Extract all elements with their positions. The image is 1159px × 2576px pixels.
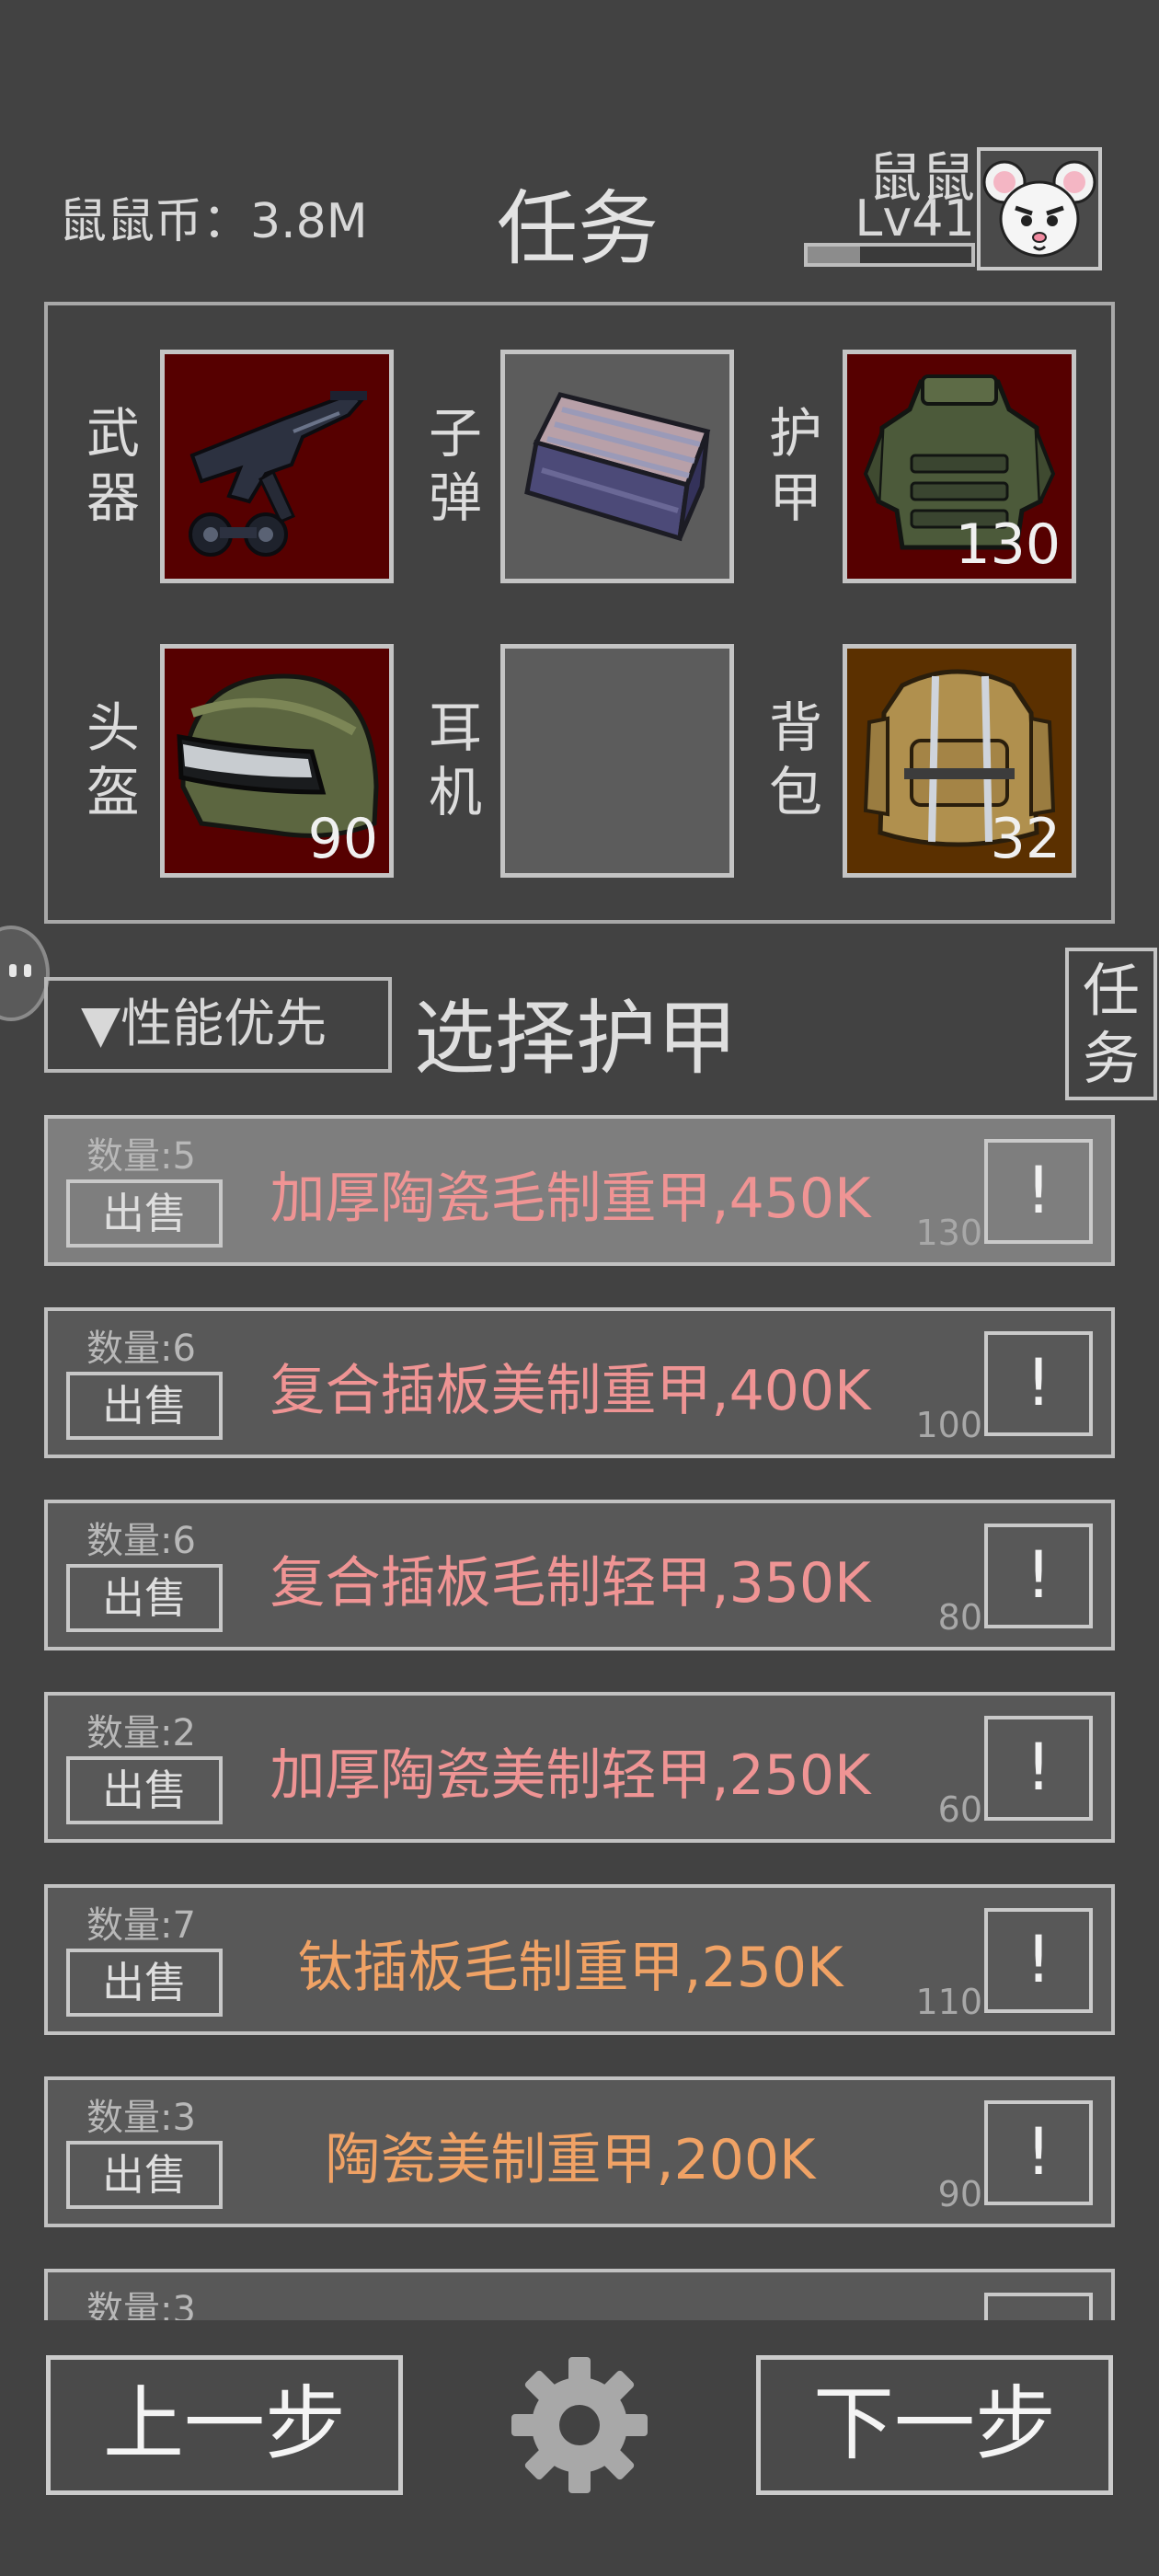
item-armor-value: 80 [937, 1597, 982, 1638]
slot-label-backpack: 背包 [768, 696, 822, 823]
rifle-icon [189, 391, 367, 557]
slot-helmet[interactable]: 90 [160, 644, 394, 878]
sort-dropdown[interactable]: ▼性能优先 [44, 977, 392, 1073]
armor-list-item[interactable]: 数量:7 出售 钛插板毛制重甲,250K 110! [44, 1884, 1115, 2035]
slot-label-ammo: 子弹 [428, 402, 482, 529]
sell-button[interactable]: 出售 [66, 1372, 223, 1440]
item-info-button[interactable]: ! [984, 1716, 1093, 1821]
item-info-button[interactable]: ! [984, 1331, 1093, 1436]
slot-headset[interactable] [500, 644, 734, 878]
item-armor-value: 110 [915, 1982, 982, 2022]
item-name: 加厚陶瓷美制轻甲,250K [270, 1743, 871, 1808]
item-quantity: 数量:7 [86, 1904, 196, 1947]
item-armor-value: 90 [937, 2174, 982, 2214]
xp-bar [804, 243, 975, 267]
sell-button[interactable]: 出售 [66, 1179, 223, 1248]
item-name: 加厚陶瓷毛制重甲,450K [270, 1167, 871, 1231]
armor-list-item[interactable]: 数量:6 出售 复合插板美制重甲,400K 100! [44, 1307, 1115, 1458]
sell-button[interactable]: 出售 [66, 1756, 223, 1824]
slot-armor[interactable]: 130 [843, 350, 1076, 583]
page-title: 任务 [497, 181, 660, 276]
item-info-button[interactable]: ! [984, 1524, 1093, 1628]
armor-list-item[interactable]: 数量:3 出售 陶瓷美制重甲,200K 90! [44, 2076, 1115, 2227]
armor-list-item[interactable]: 数量:6 出售 复合插板毛制轻甲,350K 80! [44, 1500, 1115, 1650]
item-armor-value: 130 [915, 1213, 982, 1253]
sell-button[interactable]: 出售 [66, 1949, 223, 2017]
item-name: 陶瓷美制重甲,200K [325, 2128, 816, 2192]
armor-list-item[interactable]: 数量:5 出售 加厚陶瓷毛制重甲,450K 130! [44, 1115, 1115, 1266]
item-name: 钛插板毛制重甲,250K [297, 1936, 843, 2000]
armor-list[interactable]: 数量:5 出售 加厚陶瓷毛制重甲,450K 130! 数量:6 出售 复合插板美制重甲,40… [0, 1111, 1159, 2320]
slot-backpack[interactable]: 32 [843, 644, 1076, 878]
rat-avatar-icon [982, 160, 1096, 258]
slot-label-weapon: 武器 [86, 402, 140, 529]
ammo-box-icon [524, 392, 711, 542]
floating-handle[interactable] [0, 926, 50, 1021]
sell-button[interactable]: 出售 [66, 2141, 223, 2209]
task-side-button[interactable]: 任务 [1065, 948, 1157, 1100]
prev-step-button[interactable]: 上一步 [46, 2355, 403, 2495]
item-info-button[interactable] [984, 2293, 1093, 2320]
item-quantity: 数量:6 [86, 1328, 196, 1370]
item-quantity: 数量:6 [86, 1520, 196, 1562]
slot-label-headset: 耳机 [428, 696, 482, 823]
avatar[interactable] [977, 147, 1102, 270]
item-quantity: 数量:2 [86, 1712, 196, 1754]
item-info-button[interactable]: ! [984, 1139, 1093, 1244]
item-quantity: 数量:3 [86, 2289, 196, 2320]
armor-durability: 130 [955, 512, 1061, 577]
slot-label-helmet: 头盔 [86, 696, 140, 823]
coin-balance: 鼠鼠币：3.8M [59, 194, 368, 249]
armor-list-item[interactable]: 数量:3 [44, 2269, 1115, 2320]
task-side-button-label: 任务 [1082, 957, 1140, 1092]
xp-bar-fill [808, 247, 860, 263]
armor-list-item[interactable]: 数量:2 出售 加厚陶瓷美制轻甲,250K 60! [44, 1692, 1115, 1843]
helmet-durability: 90 [307, 807, 378, 871]
backpack-capacity: 32 [990, 807, 1061, 871]
section-title: 选择护甲 [414, 991, 739, 1086]
settings-button[interactable] [508, 2353, 651, 2497]
item-armor-value: 100 [915, 1405, 982, 1445]
item-name: 复合插板美制重甲,400K [270, 1359, 871, 1423]
slot-ammo[interactable] [500, 350, 734, 583]
gear-icon [511, 2357, 648, 2493]
item-name: 复合插板毛制轻甲,350K [270, 1551, 871, 1616]
item-quantity: 数量:3 [86, 2097, 196, 2139]
slot-weapon[interactable] [160, 350, 394, 583]
handle-eyes-icon [9, 964, 31, 977]
item-quantity: 数量:5 [86, 1135, 196, 1178]
item-armor-value: 60 [937, 1789, 982, 1830]
next-step-button[interactable]: 下一步 [756, 2355, 1113, 2495]
item-info-button[interactable]: ! [984, 2100, 1093, 2205]
user-level: Lv41 [855, 190, 975, 247]
slot-label-armor: 护甲 [768, 402, 822, 529]
item-info-button[interactable]: ! [984, 1908, 1093, 2013]
sell-button[interactable]: 出售 [66, 1564, 223, 1632]
